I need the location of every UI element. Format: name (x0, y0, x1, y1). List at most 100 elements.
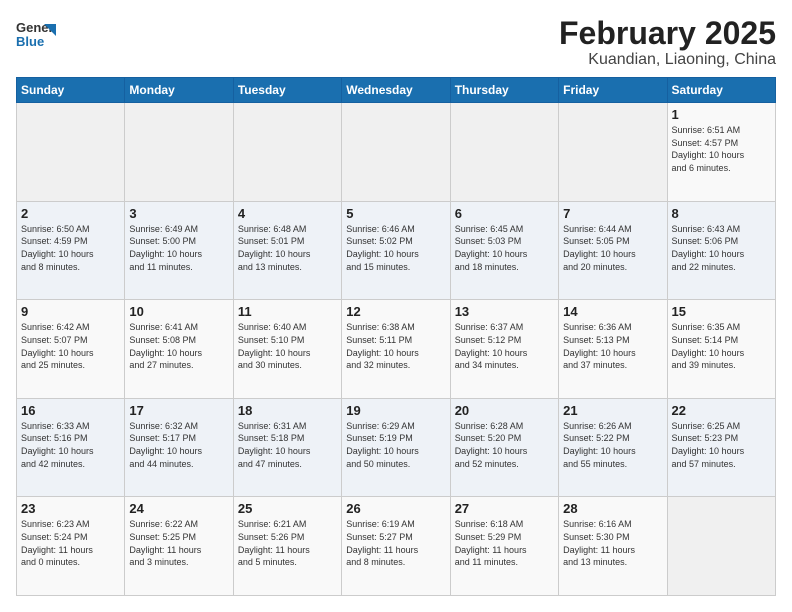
calendar-cell (233, 103, 341, 202)
day-info: Sunrise: 6:36 AM Sunset: 5:13 PM Dayligh… (563, 321, 662, 371)
calendar-week-4: 16 Sunrise: 6:33 AM Sunset: 5:16 PM Dayli… (17, 398, 776, 497)
calendar-cell (667, 497, 775, 596)
day-number: 20 (455, 403, 554, 418)
day-number: 11 (238, 304, 337, 319)
day-info: Sunrise: 6:33 AM Sunset: 5:16 PM Dayligh… (21, 420, 120, 470)
logo-icon: General Blue (16, 16, 56, 59)
calendar-week-3: 9 Sunrise: 6:42 AM Sunset: 5:07 PM Daylig… (17, 300, 776, 399)
calendar-cell: 12Sunrise: 6:38 AM Sunset: 5:11 PM Dayli… (342, 300, 450, 399)
day-number: 4 (238, 206, 337, 221)
calendar-cell: 17 Sunrise: 6:32 AM Sunset: 5:17 PM Dayli… (125, 398, 233, 497)
calendar-cell: 22 Sunrise: 6:25 AM Sunset: 5:23 PM Dayli… (667, 398, 775, 497)
day-number: 15 (672, 304, 771, 319)
day-number: 25 (238, 501, 337, 516)
col-sunday: Sunday (17, 78, 125, 103)
day-number: 17 (129, 403, 228, 418)
calendar-cell (342, 103, 450, 202)
calendar-cell: 1Sunrise: 6:51 AM Sunset: 4:57 PM Daylig… (667, 103, 775, 202)
day-number: 9 (21, 304, 120, 319)
calendar-week-1: 1Sunrise: 6:51 AM Sunset: 4:57 PM Daylig… (17, 103, 776, 202)
calendar-title: February 2025 (559, 16, 776, 51)
calendar-cell: 18 Sunrise: 6:31 AM Sunset: 5:18 PM Dayli… (233, 398, 341, 497)
calendar-cell (125, 103, 233, 202)
col-thursday: Thursday (450, 78, 558, 103)
day-number: 16 (21, 403, 120, 418)
day-info: Sunrise: 6:32 AM Sunset: 5:17 PM Dayligh… (129, 420, 228, 470)
day-number: 23 (21, 501, 120, 516)
day-info: Sunrise: 6:35 AM Sunset: 5:14 PM Dayligh… (672, 321, 771, 371)
page: General Blue February 2025 Kuandian, Lia… (0, 0, 792, 612)
calendar-cell: 3Sunrise: 6:49 AM Sunset: 5:00 PM Daylig… (125, 201, 233, 300)
day-info: Sunrise: 6:44 AM Sunset: 5:05 PM Dayligh… (563, 223, 662, 273)
calendar-cell: 10 Sunrise: 6:41 AM Sunset: 5:08 PM Dayli… (125, 300, 233, 399)
calendar-cell: 9 Sunrise: 6:42 AM Sunset: 5:07 PM Daylig… (17, 300, 125, 399)
calendar-cell: 4 Sunrise: 6:48 AM Sunset: 5:01 PM Daylig… (233, 201, 341, 300)
calendar-cell: 28 Sunrise: 6:16 AM Sunset: 5:30 PM Dayli… (559, 497, 667, 596)
calendar-week-5: 23 Sunrise: 6:23 AM Sunset: 5:24 PM Dayli… (17, 497, 776, 596)
day-info: Sunrise: 6:50 AM Sunset: 4:59 PM Dayligh… (21, 223, 120, 273)
svg-text:Blue: Blue (16, 34, 44, 49)
day-info: Sunrise: 6:16 AM Sunset: 5:30 PM Dayligh… (563, 518, 662, 568)
day-info: Sunrise: 6:25 AM Sunset: 5:23 PM Dayligh… (672, 420, 771, 470)
day-info: Sunrise: 6:19 AM Sunset: 5:27 PM Dayligh… (346, 518, 445, 568)
calendar-cell: 20 Sunrise: 6:28 AM Sunset: 5:20 PM Dayli… (450, 398, 558, 497)
day-info: Sunrise: 6:26 AM Sunset: 5:22 PM Dayligh… (563, 420, 662, 470)
day-number: 1 (672, 107, 771, 122)
calendar-cell: 6 Sunrise: 6:45 AM Sunset: 5:03 PM Daylig… (450, 201, 558, 300)
day-info: Sunrise: 6:23 AM Sunset: 5:24 PM Dayligh… (21, 518, 120, 568)
day-info: Sunrise: 6:48 AM Sunset: 5:01 PM Dayligh… (238, 223, 337, 273)
day-number: 8 (672, 206, 771, 221)
calendar-subtitle: Kuandian, Liaoning, China (559, 51, 776, 69)
calendar-cell (17, 103, 125, 202)
calendar-cell (450, 103, 558, 202)
calendar-cell: 13 Sunrise: 6:37 AM Sunset: 5:12 PM Dayli… (450, 300, 558, 399)
calendar-header: Sunday Monday Tuesday Wednesday Thursday… (17, 78, 776, 103)
day-info: Sunrise: 6:31 AM Sunset: 5:18 PM Dayligh… (238, 420, 337, 470)
calendar-cell: 25 Sunrise: 6:21 AM Sunset: 5:26 PM Dayli… (233, 497, 341, 596)
header: General Blue February 2025 Kuandian, Lia… (16, 16, 776, 69)
calendar-cell: 26 Sunrise: 6:19 AM Sunset: 5:27 PM Dayli… (342, 497, 450, 596)
day-number: 6 (455, 206, 554, 221)
day-number: 27 (455, 501, 554, 516)
col-monday: Monday (125, 78, 233, 103)
day-info: Sunrise: 6:41 AM Sunset: 5:08 PM Dayligh… (129, 321, 228, 371)
day-info: Sunrise: 6:46 AM Sunset: 5:02 PM Dayligh… (346, 223, 445, 273)
day-number: 18 (238, 403, 337, 418)
calendar-week-2: 2 Sunrise: 6:50 AM Sunset: 4:59 PM Daylig… (17, 201, 776, 300)
logo: General Blue (16, 16, 60, 59)
day-info: Sunrise: 6:43 AM Sunset: 5:06 PM Dayligh… (672, 223, 771, 273)
day-number: 26 (346, 501, 445, 516)
col-wednesday: Wednesday (342, 78, 450, 103)
calendar-body: 1Sunrise: 6:51 AM Sunset: 4:57 PM Daylig… (17, 103, 776, 596)
day-info: Sunrise: 6:45 AM Sunset: 5:03 PM Dayligh… (455, 223, 554, 273)
day-info: Sunrise: 6:22 AM Sunset: 5:25 PM Dayligh… (129, 518, 228, 568)
day-number: 22 (672, 403, 771, 418)
day-number: 2 (21, 206, 120, 221)
calendar-cell: 24 Sunrise: 6:22 AM Sunset: 5:25 PM Dayli… (125, 497, 233, 596)
calendar-cell: 11 Sunrise: 6:40 AM Sunset: 5:10 PM Dayli… (233, 300, 341, 399)
header-row: Sunday Monday Tuesday Wednesday Thursday… (17, 78, 776, 103)
calendar-cell: 16 Sunrise: 6:33 AM Sunset: 5:16 PM Dayli… (17, 398, 125, 497)
day-info: Sunrise: 6:40 AM Sunset: 5:10 PM Dayligh… (238, 321, 337, 371)
day-number: 28 (563, 501, 662, 516)
day-info: Sunrise: 6:21 AM Sunset: 5:26 PM Dayligh… (238, 518, 337, 568)
calendar-cell: 14 Sunrise: 6:36 AM Sunset: 5:13 PM Dayli… (559, 300, 667, 399)
day-info: Sunrise: 6:42 AM Sunset: 5:07 PM Dayligh… (21, 321, 120, 371)
calendar-cell: 5 Sunrise: 6:46 AM Sunset: 5:02 PM Daylig… (342, 201, 450, 300)
day-info: Sunrise: 6:37 AM Sunset: 5:12 PM Dayligh… (455, 321, 554, 371)
day-number: 14 (563, 304, 662, 319)
col-tuesday: Tuesday (233, 78, 341, 103)
day-number: 5 (346, 206, 445, 221)
calendar-cell: 19Sunrise: 6:29 AM Sunset: 5:19 PM Dayli… (342, 398, 450, 497)
day-number: 10 (129, 304, 228, 319)
calendar-cell: 7Sunrise: 6:44 AM Sunset: 5:05 PM Daylig… (559, 201, 667, 300)
day-number: 24 (129, 501, 228, 516)
calendar-cell: 2 Sunrise: 6:50 AM Sunset: 4:59 PM Daylig… (17, 201, 125, 300)
day-number: 13 (455, 304, 554, 319)
calendar-cell: 21 Sunrise: 6:26 AM Sunset: 5:22 PM Dayli… (559, 398, 667, 497)
day-number: 21 (563, 403, 662, 418)
day-info: Sunrise: 6:28 AM Sunset: 5:20 PM Dayligh… (455, 420, 554, 470)
day-info: Sunrise: 6:18 AM Sunset: 5:29 PM Dayligh… (455, 518, 554, 568)
calendar-cell: 15 Sunrise: 6:35 AM Sunset: 5:14 PM Dayli… (667, 300, 775, 399)
day-info: Sunrise: 6:49 AM Sunset: 5:00 PM Dayligh… (129, 223, 228, 273)
